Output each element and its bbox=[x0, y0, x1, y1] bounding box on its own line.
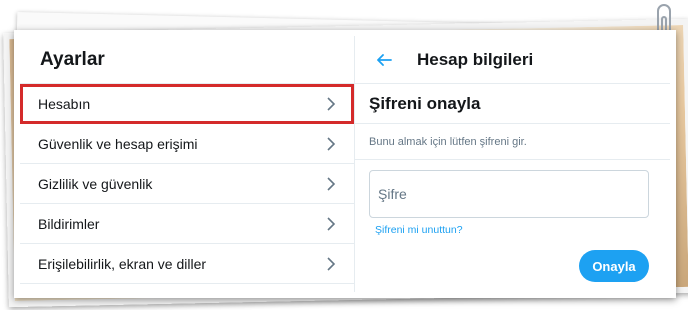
settings-item-label: Erişilebilirlik, ekran ve diller bbox=[38, 255, 207, 272]
settings-item-label: Hesabın bbox=[38, 96, 91, 112]
chevron-right-icon bbox=[327, 97, 336, 111]
settings-item-label: Güvenlik ve hesap erişimi bbox=[38, 135, 198, 152]
password-placeholder: Şifre bbox=[378, 186, 407, 202]
forgot-password-link[interactable]: Şifreni mi unuttun? bbox=[375, 224, 463, 236]
settings-title: Ayarlar bbox=[20, 36, 354, 84]
account-info-panel: Hesap bilgileri Şifreni onayla Bunu alma… bbox=[355, 36, 670, 292]
chevron-right-icon bbox=[327, 216, 336, 231]
settings-item-accessibility[interactable]: Erişilebilirlik, ekran ve diller bbox=[20, 244, 354, 284]
chevron-right-icon bbox=[327, 136, 336, 151]
settings-item-notifications[interactable]: Bildirimler bbox=[20, 204, 354, 244]
account-info-header: Hesap bilgileri bbox=[355, 36, 670, 84]
arrow-left-icon[interactable] bbox=[375, 51, 393, 69]
settings-sidebar: Ayarlar Hesabın Güvenlik ve hesap erişim… bbox=[20, 36, 355, 292]
helper-text: Bunu almak için lütfen şifreni gir. bbox=[355, 124, 670, 160]
settings-item-label: Gizlilik ve güvenlik bbox=[38, 175, 153, 192]
confirm-password-heading: Şifreni onayla bbox=[355, 84, 670, 124]
confirm-button[interactable]: Onayla bbox=[579, 250, 649, 282]
settings-item-security-access[interactable]: Güvenlik ve hesap erişimi bbox=[20, 124, 354, 164]
settings-window: Ayarlar Hesabın Güvenlik ve hesap erişim… bbox=[14, 30, 676, 298]
chevron-right-icon bbox=[327, 176, 336, 191]
settings-item-account[interactable]: Hesabın bbox=[20, 84, 354, 124]
password-input[interactable]: Şifre bbox=[369, 170, 649, 218]
page-title: Hesap bilgileri bbox=[417, 49, 534, 69]
settings-item-label: Bildirimler bbox=[38, 215, 100, 232]
settings-item-privacy[interactable]: Gizlilik ve güvenlik bbox=[20, 164, 354, 204]
chevron-right-icon bbox=[327, 256, 336, 271]
